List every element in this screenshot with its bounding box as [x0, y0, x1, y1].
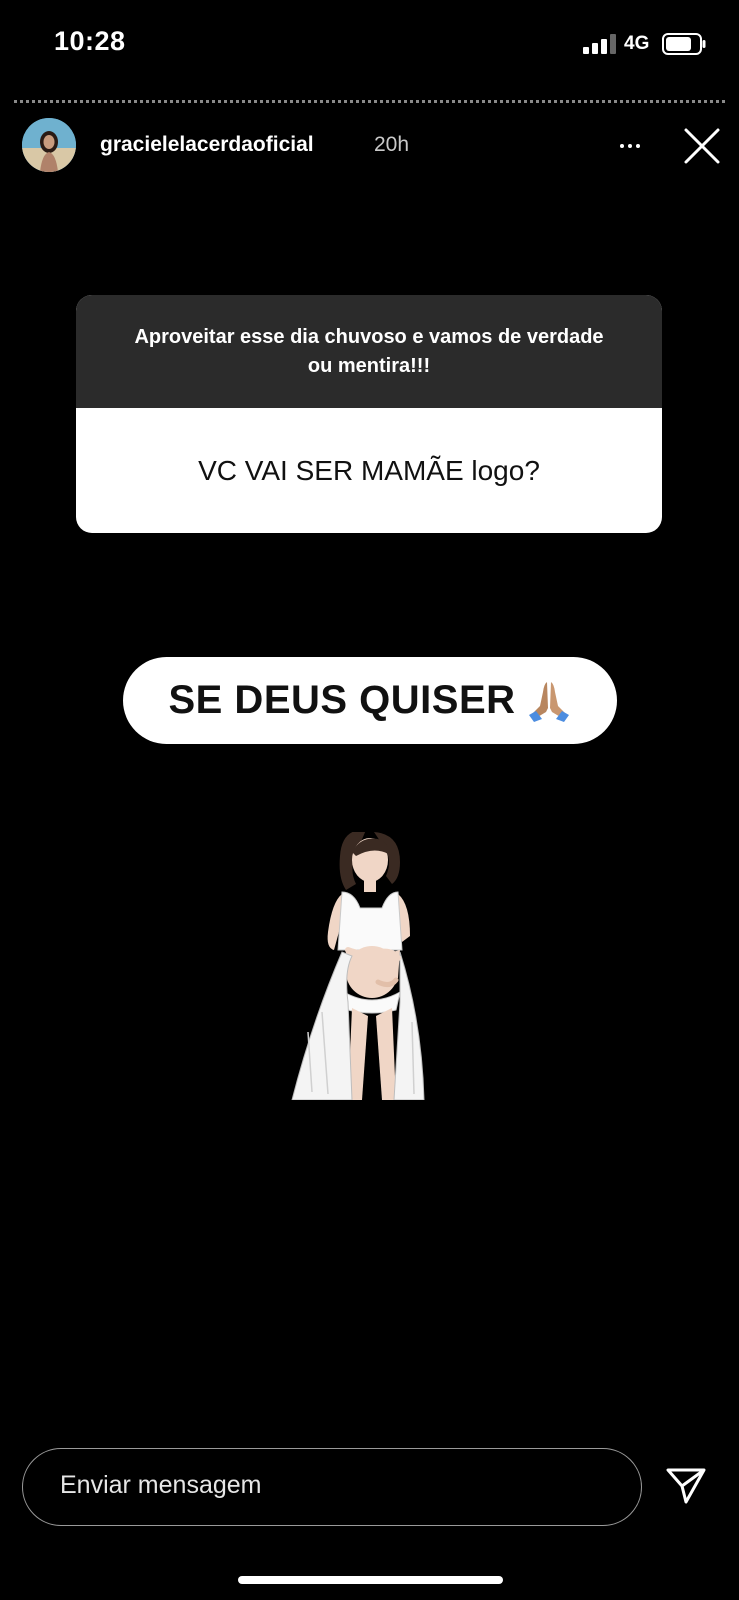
close-icon[interactable]	[682, 126, 722, 166]
status-time: 10:28	[54, 26, 126, 56]
answer-text-pill: SE DEUS QUISER	[123, 657, 617, 744]
question-sticker: Aproveitar esse dia chuvoso e vamos de v…	[76, 295, 662, 533]
username[interactable]: gracielelacerdaoficial	[100, 133, 314, 157]
home-indicator	[238, 1576, 503, 1584]
message-input-placeholder[interactable]: Enviar mensagem	[60, 1471, 261, 1500]
pregnant-woman-illustration	[291, 832, 425, 1100]
send-icon[interactable]	[664, 1466, 708, 1506]
signal-icon	[583, 34, 616, 54]
story-progress-bar	[14, 100, 725, 103]
question-text: VC VAI SER MAMÃE logo?	[198, 454, 540, 486]
question-prompt: Aproveitar esse dia chuvoso e vamos de v…	[134, 325, 604, 377]
avatar[interactable]	[22, 118, 76, 172]
pray-icon	[528, 681, 569, 722]
question-sticker-body: VC VAI SER MAMÃE logo?	[76, 408, 662, 533]
more-icon	[620, 144, 624, 148]
story-time-ago: 20h	[374, 133, 410, 156]
battery-icon	[662, 33, 706, 55]
network-type: 4G	[624, 33, 650, 54]
question-sticker-header: Aproveitar esse dia chuvoso e vamos de v…	[76, 295, 662, 408]
answer-text: SE DEUS QUISER	[168, 678, 516, 722]
more-options-button[interactable]	[610, 128, 650, 164]
